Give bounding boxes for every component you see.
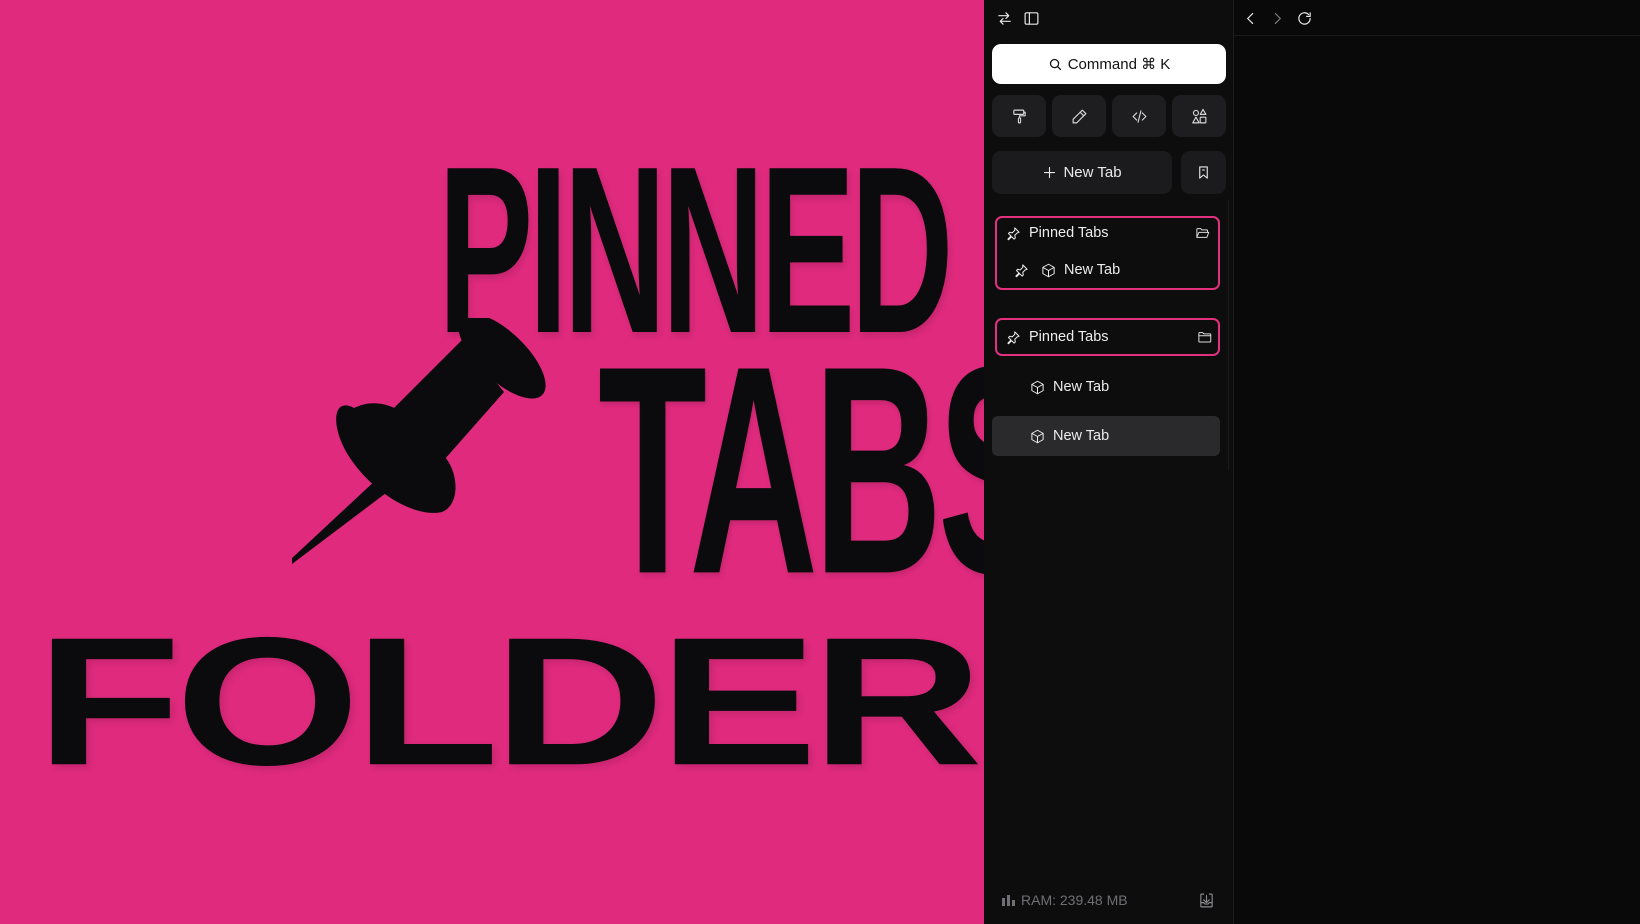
tab-label: New Tab bbox=[1064, 262, 1121, 278]
cube-icon bbox=[1031, 380, 1044, 394]
sidebar-panel-icon[interactable] bbox=[1020, 8, 1042, 28]
pen-icon bbox=[1072, 109, 1086, 123]
command-bar[interactable]: Command ⌘ K bbox=[992, 44, 1226, 84]
shapes-icon bbox=[1191, 108, 1206, 123]
chevron-right-icon bbox=[1274, 12, 1281, 24]
cube-icon bbox=[1031, 429, 1044, 443]
pin-icon bbox=[1007, 226, 1020, 240]
pinned-folder-header[interactable]: Pinned Tabs bbox=[1006, 224, 1210, 242]
top-toolbar bbox=[1234, 0, 1640, 36]
poster-title-folder: FOLDER bbox=[36, 599, 983, 804]
reload-button[interactable] bbox=[1294, 8, 1314, 28]
tab-item-active[interactable]: New Tab bbox=[1030, 427, 1210, 445]
poster-title-tabs: TABS bbox=[598, 304, 984, 636]
tab-label: New Tab bbox=[1053, 428, 1110, 444]
cube-icon bbox=[1042, 263, 1055, 277]
back-button[interactable] bbox=[1240, 8, 1260, 28]
sidebar: Command ⌘ K New Tab Pinned Tabs New Tab … bbox=[984, 0, 1234, 924]
folder-name: Pinned Tabs bbox=[1029, 329, 1109, 345]
sidebar-scrollbar[interactable] bbox=[1228, 200, 1229, 470]
new-tab-button-label: New Tab bbox=[1063, 164, 1122, 181]
poster-artwork: PINNED TABS FOLDER bbox=[0, 0, 984, 924]
plus-icon bbox=[1044, 166, 1056, 179]
downloads-button[interactable] bbox=[1198, 892, 1216, 910]
pin-icon bbox=[1015, 263, 1028, 277]
ram-label: RAM: 239.48 MB bbox=[1021, 892, 1128, 908]
folder-icon[interactable] bbox=[1197, 330, 1212, 345]
bar-chart-icon bbox=[1002, 895, 1015, 906]
command-bar-label: Command ⌘ K bbox=[1067, 56, 1171, 73]
search-icon bbox=[1049, 58, 1061, 70]
forward-button[interactable] bbox=[1267, 8, 1287, 28]
tab-label: New Tab bbox=[1053, 379, 1110, 395]
pen-button[interactable] bbox=[1052, 95, 1106, 137]
pinned-tab-item[interactable]: New Tab bbox=[1014, 261, 1210, 279]
bookmark-icon bbox=[1199, 166, 1208, 179]
browser-window: Command ⌘ K New Tab Pinned Tabs New Tab … bbox=[984, 0, 1640, 924]
pin-icon bbox=[1007, 330, 1020, 344]
chevron-left-icon bbox=[1246, 12, 1253, 24]
swap-arrows-icon[interactable] bbox=[993, 8, 1015, 28]
folder-open-icon[interactable] bbox=[1195, 226, 1210, 241]
shapes-button[interactable] bbox=[1172, 95, 1226, 137]
reload-icon bbox=[1297, 11, 1311, 25]
bookmark-button[interactable] bbox=[1181, 151, 1226, 194]
pinned-folder-header[interactable]: Pinned Tabs bbox=[1006, 328, 1212, 346]
paint-roller-icon bbox=[1012, 109, 1026, 123]
paint-roller-button[interactable] bbox=[992, 95, 1046, 137]
code-icon bbox=[1132, 109, 1146, 123]
pushpin-icon bbox=[292, 318, 546, 564]
tab-item[interactable]: New Tab bbox=[1030, 378, 1210, 396]
tool-strip bbox=[992, 95, 1226, 137]
code-button[interactable] bbox=[1112, 95, 1166, 137]
new-tab-button[interactable]: New Tab bbox=[992, 151, 1172, 194]
download-tray-icon bbox=[1200, 893, 1213, 908]
ram-status: RAM: 239.48 MB bbox=[1002, 892, 1128, 908]
folder-name: Pinned Tabs bbox=[1029, 225, 1109, 241]
